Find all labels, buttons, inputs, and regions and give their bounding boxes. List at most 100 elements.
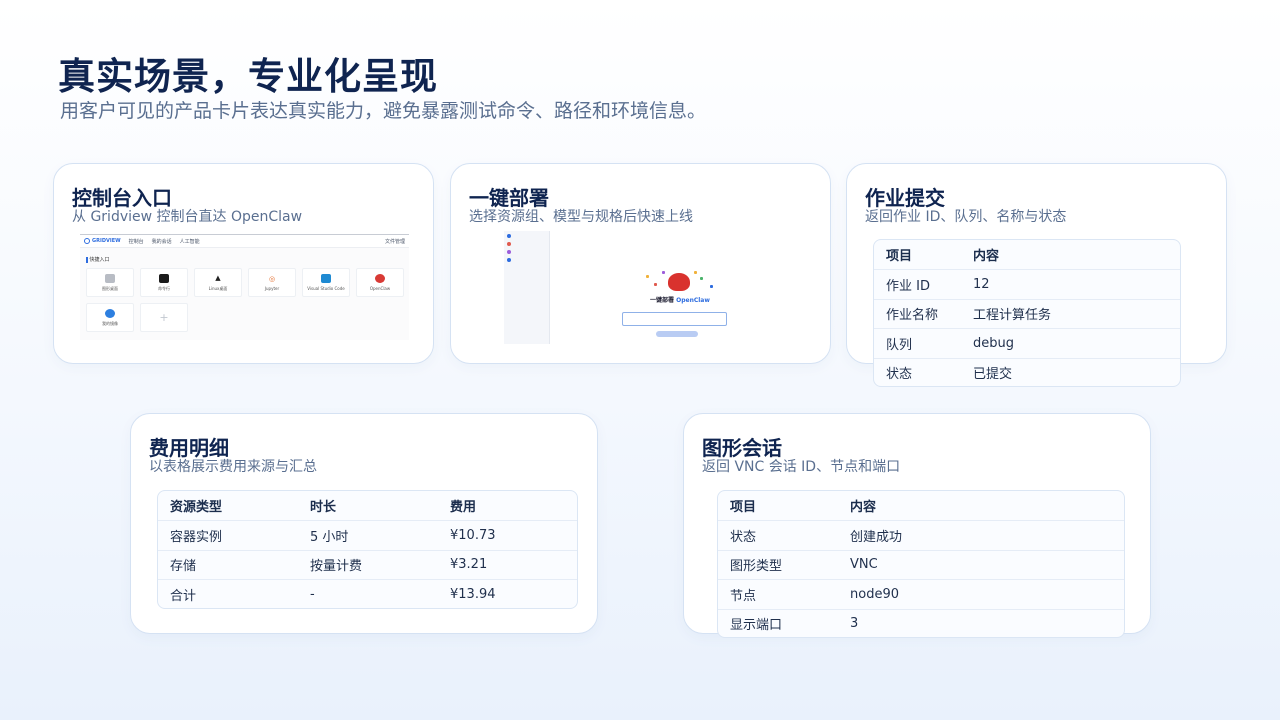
table-cell: debug: [973, 335, 1014, 351]
table-header-row: 项目 内容: [874, 240, 1180, 269]
table-row: 图形类型 VNC: [718, 549, 1124, 579]
console-navbar: GRIDVIEW 控制台 我的会话 人工智能 文件管理: [80, 235, 409, 248]
menu-dot-icon: [507, 242, 511, 246]
table-cell: 存储: [170, 559, 197, 575]
jupyter-icon: ◎: [267, 274, 277, 283]
table-row: 显示端口 3: [718, 608, 1124, 637]
table-cell: 容器实例: [170, 530, 223, 546]
confetti-icon: [654, 283, 657, 286]
logo-text: GRIDVIEW: [92, 238, 121, 244]
table-cell: 队列: [886, 337, 913, 353]
app-tile-label: 我的镜像: [102, 320, 118, 326]
table-cell: ¥10.73: [450, 528, 496, 544]
page-subtitle: 用客户可见的产品卡片表达真实能力，避免暴露测试命令、路径和环境信息。: [60, 100, 707, 122]
confetti-icon: [662, 271, 665, 274]
app-tile: 图形桌面: [86, 268, 134, 297]
column-header: 时长: [310, 500, 337, 516]
deploy-heading-brand: OpenClaw: [676, 297, 710, 304]
deploy-config-box: [622, 312, 727, 326]
table-cell: 作业 ID: [886, 279, 930, 295]
console-entry-card: 控制台入口 从 Gridview 控制台直达 OpenClaw GRIDVIEW…: [53, 163, 434, 364]
app-tile: 命令行: [140, 268, 188, 297]
table-cell: ¥13.94: [450, 586, 496, 602]
table-row: 状态 已提交: [874, 357, 1180, 386]
job-table: 项目 内容 作业 ID 12 作业名称 工程计算任务 队列 debug 状态 已…: [873, 239, 1181, 387]
table-cell: 状态: [730, 530, 757, 546]
vnc-table: 项目 内容 状态 创建成功 图形类型 VNC 节点 node90 显示端口 3: [717, 490, 1125, 638]
table-cell: 合计: [170, 588, 197, 604]
cost-details-card: 费用明细 以表格展示费用来源与汇总 资源类型 时长 费用 容器实例 5 小时 ¥…: [130, 413, 598, 634]
app-tile-label: Jupyter: [264, 286, 280, 291]
table-cell: 已提交: [973, 367, 1013, 383]
table-cell: 作业名称: [886, 308, 939, 324]
table-header-row: 资源类型 时长 费用: [158, 491, 577, 520]
openclaw-icon: [375, 274, 385, 283]
desktop-icon: [105, 273, 115, 283]
app-tile-label: Linux桌面: [208, 285, 228, 291]
card-subtitle: 从 Gridview 控制台直达 OpenClaw: [72, 209, 303, 225]
column-header: 内容: [850, 500, 877, 516]
card-subtitle: 选择资源组、模型与规格后快速上线: [469, 209, 693, 225]
openclaw-mascot-icon: [668, 273, 690, 291]
column-header: 项目: [730, 500, 757, 516]
table-cell: 5 小时: [310, 530, 349, 546]
app-tile: 我的镜像: [86, 303, 134, 332]
table-cell: VNC: [850, 557, 878, 573]
app-tile-grid: 图形桌面 命令行 ▲ Linux桌面 ◎ Jupyter Visual Stud…: [80, 263, 409, 337]
linux-penguin-icon: ▲: [213, 273, 223, 283]
cost-table: 资源类型 时长 费用 容器实例 5 小时 ¥10.73 存储 按量计费 ¥3.2…: [157, 490, 578, 609]
image-icon: [105, 308, 115, 318]
menu-dot-icon: [507, 234, 511, 238]
card-subtitle: 返回 VNC 会话 ID、节点和端口: [702, 459, 901, 475]
column-header: 内容: [973, 249, 1000, 265]
confetti-icon: [694, 271, 697, 274]
nav-item-ai: 人工智能: [179, 238, 200, 245]
column-header: 资源类型: [170, 500, 223, 516]
app-tile: OpenClaw: [356, 268, 404, 297]
column-header: 项目: [886, 249, 913, 265]
table-row: 作业名称 工程计算任务: [874, 298, 1180, 328]
console-screenshot: GRIDVIEW 控制台 我的会话 人工智能 文件管理 快捷入口 图形桌面 命令…: [80, 234, 409, 340]
table-header-row: 项目 内容: [718, 491, 1124, 520]
table-cell: 3: [850, 616, 859, 632]
one-click-deploy-card: 一键部署 选择资源组、模型与规格后快速上线 一键部署 OpenClaw: [450, 163, 831, 364]
table-row: 存储 按量计费 ¥3.21: [158, 549, 577, 579]
table-cell: ¥3.21: [450, 557, 488, 573]
deploy-main: 一键部署 OpenClaw: [550, 231, 750, 344]
table-row: 队列 debug: [874, 328, 1180, 357]
table-cell: 状态: [886, 367, 913, 383]
plus-icon: +: [159, 311, 169, 324]
table-row: 状态 创建成功: [718, 520, 1124, 549]
add-app-tile: +: [140, 303, 188, 332]
table-cell: 创建成功: [850, 530, 903, 546]
table-cell: 节点: [730, 588, 757, 604]
app-tile-label: Visual Studio Code: [307, 286, 345, 291]
logo-mark-icon: [84, 238, 90, 244]
deploy-button: [656, 331, 698, 337]
column-header: 费用: [450, 500, 477, 516]
app-tile-label: 图形桌面: [102, 285, 118, 291]
gridview-logo: GRIDVIEW: [84, 238, 121, 244]
app-tile: ◎ Jupyter: [248, 268, 296, 297]
menu-dot-icon: [507, 258, 511, 262]
table-cell: 显示端口: [730, 618, 783, 634]
vscode-icon: [321, 274, 331, 283]
nav-item-console: 控制台: [128, 238, 144, 245]
table-row: 容器实例 5 小时 ¥10.73: [158, 520, 577, 549]
table-cell: node90: [850, 586, 899, 602]
card-subtitle: 以表格展示费用来源与汇总: [149, 459, 317, 475]
table-cell: 12: [973, 277, 990, 293]
confetti-icon: [700, 277, 703, 280]
vnc-session-card: 图形会话 返回 VNC 会话 ID、节点和端口 项目 内容 状态 创建成功 图形…: [683, 413, 1151, 638]
table-cell: -: [310, 586, 315, 602]
confetti-icon: [710, 285, 713, 288]
terminal-icon: [159, 273, 169, 283]
app-tile: Visual Studio Code: [302, 268, 350, 297]
table-cell: 图形类型: [730, 559, 783, 575]
table-row: 节点 node90: [718, 579, 1124, 608]
table-row: 合计 - ¥13.94: [158, 579, 577, 608]
app-tile-label: 命令行: [158, 285, 170, 291]
app-tile-label: OpenClaw: [369, 286, 391, 291]
confetti-icon: [646, 275, 649, 278]
deploy-sidebar: [504, 231, 550, 344]
